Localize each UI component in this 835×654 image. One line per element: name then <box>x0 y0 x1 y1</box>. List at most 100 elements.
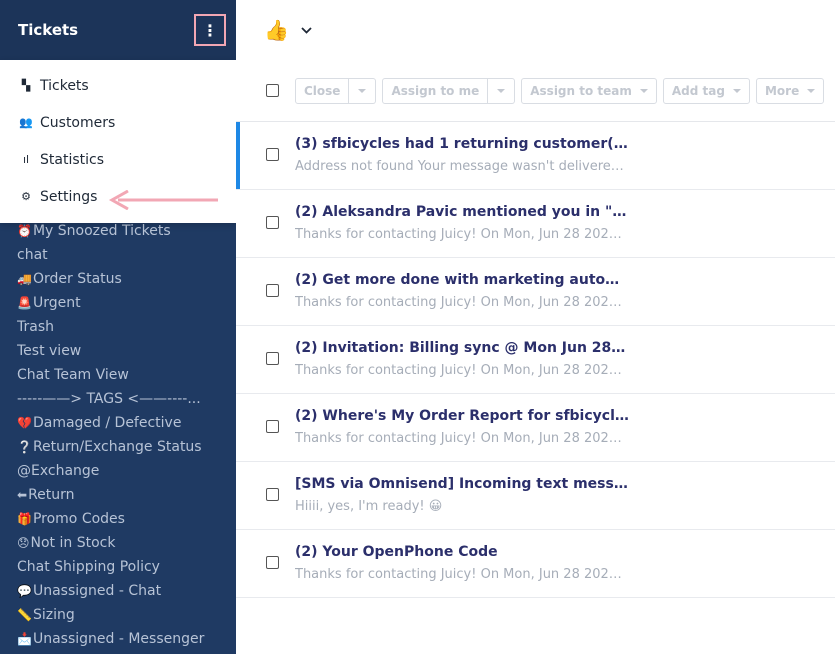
thumbs-up-icon[interactable]: 👍 <box>264 18 289 42</box>
ticket-snippet: Thanks for contacting Juicy! On Mon, Jun… <box>295 227 630 242</box>
ticket-subject: (2) Invitation: Billing sync @ Mon Jun 2… <box>295 340 630 356</box>
menu-item-label: Statistics <box>40 151 104 168</box>
more-button[interactable]: More <box>755 78 825 104</box>
ticket-subject: (2) Aleksandra Pavic mentioned you in "R… <box>295 204 630 220</box>
assign-to-me-button[interactable]: Assign to me <box>382 78 489 104</box>
truck-icon: 🚚 <box>17 272 32 286</box>
back-arrow-icon: ⬅ <box>17 488 28 502</box>
menu-item-label: Customers <box>40 114 116 131</box>
ticket-snippet: Thanks for contacting Juicy! On Mon, Jun… <box>295 431 630 446</box>
ticket-row[interactable]: (3) sfbicycles had 1 returning customer(… <box>236 122 835 190</box>
view-label: Sizing <box>32 607 75 623</box>
more-options-icon[interactable]: ⋮ <box>194 14 226 46</box>
sad-face-icon: 😞 <box>17 536 30 550</box>
view-item[interactable]: 💔Damaged / Defective <box>17 411 228 435</box>
view-item[interactable]: 😞Not in Stock <box>17 531 228 555</box>
view-item[interactable]: 📏Sizing <box>17 603 228 627</box>
ticket-subject: [SMS via Omnisend] Incoming text message… <box>295 476 630 492</box>
question-mark-icon: ❔ <box>17 440 32 454</box>
view-item[interactable]: ⬅Return <box>17 483 228 507</box>
chevron-down-icon[interactable] <box>301 24 312 37</box>
row-checkbox[interactable] <box>266 216 279 229</box>
menu-item-label: Tickets <box>40 77 89 94</box>
row-checkbox[interactable] <box>266 148 279 161</box>
sidebar-title: Tickets <box>18 21 79 39</box>
menu-item-tickets[interactable]: ▚ Tickets <box>0 67 236 104</box>
gift-icon: 🎁 <box>17 512 32 526</box>
view-label: Chat Shipping Policy <box>17 559 160 575</box>
view-label: Trash <box>17 319 54 335</box>
view-label: Promo Codes <box>32 511 125 527</box>
view-label: Test view <box>17 343 82 359</box>
ticket-subject: (2) Your OpenPhone Code <box>295 544 498 560</box>
view-item[interactable]: Test view <box>17 339 228 363</box>
view-label: @Exchange <box>17 463 100 479</box>
view-item[interactable]: 💬Unassigned - Chat <box>17 579 228 603</box>
view-label: -----——> TAGS <——----... <box>17 391 201 407</box>
ticket-list: (3) sfbicycles had 1 returning customer(… <box>236 122 835 598</box>
caret-down-icon <box>358 89 367 93</box>
row-checkbox[interactable] <box>266 352 279 365</box>
menu-item-label: Settings <box>40 188 98 205</box>
ticket-row[interactable]: (2) Get more done with marketing automat… <box>236 258 835 326</box>
ticket-row[interactable]: (2) Where's My Order Report for sfbicycl… <box>236 394 835 462</box>
add-tag-button[interactable]: Add tag <box>662 78 750 104</box>
customers-icon: 👥 <box>19 116 33 129</box>
select-all-checkbox[interactable] <box>266 84 279 97</box>
ticket-snippet: Thanks for contacting Juicy! On Mon, Jun… <box>295 295 630 310</box>
siren-icon: 🚨 <box>17 296 32 310</box>
ticket-row[interactable]: [SMS via Omnisend] Incoming text message… <box>236 462 835 530</box>
menu-item-customers[interactable]: 👥 Customers <box>0 104 236 141</box>
button-label: Add tag <box>671 84 725 98</box>
row-checkbox[interactable] <box>266 488 279 501</box>
view-header: 👍 <box>236 0 835 60</box>
view-label: Not in Stock <box>30 535 116 551</box>
ticket-subject: (2) Get more done with marketing automat… <box>295 272 630 288</box>
close-button[interactable]: Close <box>295 78 350 104</box>
view-label: Chat Team View <box>17 367 129 383</box>
ticket-row[interactable]: (2) Invitation: Billing sync @ Mon Jun 2… <box>236 326 835 394</box>
caret-down-icon <box>497 89 506 93</box>
row-checkbox[interactable] <box>266 420 279 433</box>
ticket-row[interactable]: (2) Aleksandra Pavic mentioned you in "R… <box>236 190 835 258</box>
view-label: Return/Exchange Status <box>32 439 202 455</box>
tickets-icon: ▚ <box>21 79 31 92</box>
close-dropdown-button[interactable] <box>349 78 377 104</box>
gear-icon: ⚙ <box>21 190 31 203</box>
view-item[interactable]: -----——> TAGS <——----... <box>17 387 228 411</box>
row-checkbox[interactable] <box>266 284 279 297</box>
view-item[interactable]: 🎁Promo Codes <box>17 507 228 531</box>
view-item[interactable]: chat <box>17 243 228 267</box>
ticket-subject: (2) Where's My Order Report for sfbicycl… <box>295 408 630 424</box>
main-panel: 👍 Close Assign to me Assign to team Add … <box>236 0 835 654</box>
annotation-arrow-icon <box>108 190 218 210</box>
ticket-row[interactable]: (2) Your OpenPhone Code Thanks for conta… <box>236 530 835 598</box>
view-label: My Snoozed Tickets <box>32 223 171 239</box>
view-item[interactable]: Chat Team View <box>17 363 228 387</box>
ticket-subject: (3) sfbicycles had 1 returning customer(… <box>295 136 630 152</box>
row-checkbox[interactable] <box>266 556 279 569</box>
assign-dropdown-button[interactable] <box>488 78 516 104</box>
button-label: More <box>764 84 800 98</box>
alarm-clock-icon: ⏰ <box>17 224 32 238</box>
assign-me-split-button: Assign to me <box>382 78 516 104</box>
view-label: Unassigned - Chat <box>32 583 162 599</box>
envelope-icon: 📩 <box>17 632 32 646</box>
view-item[interactable]: @Exchange <box>17 459 228 483</box>
sidebar-header: Tickets ⋮ <box>0 0 236 60</box>
view-item[interactable]: Chat Shipping Policy <box>17 555 228 579</box>
ticket-snippet: Thanks for contacting Juicy! On Mon, Jun… <box>295 567 630 582</box>
menu-item-statistics[interactable]: ıl Statistics <box>0 141 236 178</box>
view-label: Damaged / Defective <box>32 415 182 431</box>
view-label: chat <box>17 247 48 263</box>
view-item[interactable]: 📩Unassigned - Messenger <box>17 627 228 651</box>
view-item[interactable]: 🚨Urgent <box>17 291 228 315</box>
ticket-snippet: Address not found Your message wasn't de… <box>295 159 630 174</box>
speech-bubble-icon: 💬 <box>17 584 32 598</box>
view-item[interactable]: 🚚Order Status <box>17 267 228 291</box>
caret-down-icon <box>732 89 741 93</box>
ticket-snippet: Hiiii, yes, I'm ready! 😀 <box>295 499 443 514</box>
view-item[interactable]: ❔Return/Exchange Status <box>17 435 228 459</box>
assign-to-team-button[interactable]: Assign to team <box>521 78 657 104</box>
view-item[interactable]: Trash <box>17 315 228 339</box>
